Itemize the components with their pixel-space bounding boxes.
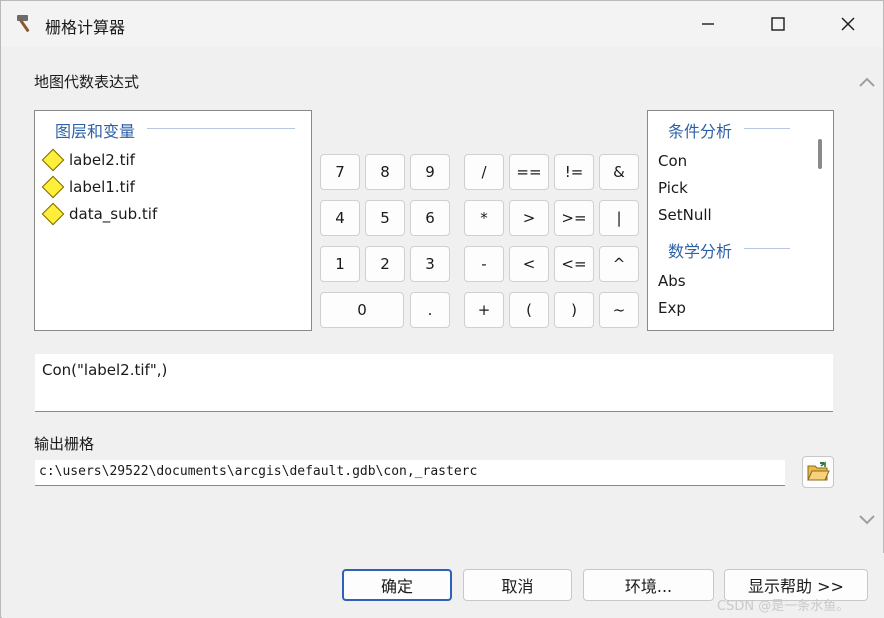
output-raster-input[interactable]: c:\users\29522\documents\arcgis\default.… — [35, 460, 785, 486]
ok-button[interactable]: 确定 — [342, 569, 452, 601]
calc-button-not[interactable]: ~ — [599, 292, 639, 328]
environments-button[interactable]: 环境... — [583, 569, 714, 601]
calc-button-divide[interactable]: / — [464, 154, 504, 190]
calc-button-8[interactable]: 8 — [365, 154, 405, 190]
calc-button-9[interactable]: 9 — [410, 154, 450, 190]
calc-button-open-paren[interactable]: ( — [509, 292, 549, 328]
raster-calculator-window: 栅格计算器 地图代数表达式 图层和变量 label2.tif label1.ti… — [0, 0, 884, 618]
calc-button-0[interactable]: 0 — [320, 292, 404, 328]
calc-button-3[interactable]: 3 — [410, 246, 450, 282]
layer-label: data_sub.tif — [69, 205, 158, 223]
minimize-icon — [702, 23, 714, 25]
calc-button-less-equal[interactable]: <= — [554, 246, 594, 282]
expression-value: Con("label2.tif",) — [42, 361, 168, 379]
calc-button-7[interactable]: 7 — [320, 154, 360, 190]
layer-label: label1.tif — [69, 178, 135, 196]
calc-button-minus[interactable]: - — [464, 246, 504, 282]
browse-button[interactable] — [802, 456, 834, 488]
calc-button-or[interactable]: | — [599, 200, 639, 236]
watermark: CSDN @是一条水鱼。 — [717, 599, 850, 614]
layers-group-title: 图层和变量 — [55, 118, 142, 142]
layer-item-label1[interactable]: label1.tif — [41, 175, 135, 199]
calc-button-equal[interactable]: == — [509, 154, 549, 190]
output-raster-label: 输出栅格 — [34, 435, 95, 453]
calc-button-less[interactable]: < — [509, 246, 549, 282]
function-item-pick[interactable]: Pick — [658, 179, 688, 197]
calc-button-greater-equal[interactable]: >= — [554, 200, 594, 236]
functions-scrollbar-thumb[interactable] — [818, 139, 822, 169]
group-divider — [744, 248, 790, 249]
scroll-up-icon[interactable] — [857, 73, 877, 93]
calc-button-decimal[interactable]: . — [410, 292, 450, 328]
calc-button-2[interactable]: 2 — [365, 246, 405, 282]
functions-list[interactable]: 条件分析 Con Pick SetNull 数学分析 Abs Exp — [647, 110, 834, 331]
cancel-button[interactable]: 取消 — [463, 569, 572, 601]
layer-item-label2[interactable]: label2.tif — [41, 148, 135, 172]
function-item-abs[interactable]: Abs — [658, 272, 686, 290]
conditional-group-title: 条件分析 — [668, 118, 739, 142]
layers-variables-list[interactable]: 图层和变量 label2.tif label1.tif data_sub.tif — [34, 110, 312, 331]
close-button[interactable] — [813, 1, 883, 47]
calc-button-greater[interactable]: > — [509, 200, 549, 236]
calc-button-1[interactable]: 1 — [320, 246, 360, 282]
expression-textarea[interactable]: Con("label2.tif",) — [35, 354, 833, 412]
scroll-down-icon[interactable] — [857, 509, 877, 529]
function-item-exp[interactable]: Exp — [658, 299, 686, 317]
map-algebra-label: 地图代数表达式 — [34, 73, 140, 91]
hammer-icon — [17, 15, 30, 32]
calc-button-plus[interactable]: + — [464, 292, 504, 328]
minimize-button[interactable] — [673, 1, 743, 47]
calc-button-4[interactable]: 4 — [320, 200, 360, 236]
calc-button-xor[interactable]: ^ — [599, 246, 639, 282]
calc-button-and[interactable]: & — [599, 154, 639, 190]
maximize-button[interactable] — [743, 1, 813, 47]
layer-item-data-sub[interactable]: data_sub.tif — [41, 202, 158, 226]
calc-button-5[interactable]: 5 — [365, 200, 405, 236]
layer-label: label2.tif — [69, 151, 135, 169]
math-group-title: 数学分析 — [668, 238, 739, 262]
raster-diamond-icon — [41, 175, 65, 199]
dialog-scrollbar[interactable] — [851, 51, 883, 551]
window-title: 栅格计算器 — [45, 18, 126, 37]
folder-open-icon — [807, 461, 830, 481]
raster-diamond-icon — [41, 148, 65, 172]
function-item-setnull[interactable]: SetNull — [658, 206, 712, 224]
title-bar[interactable]: 栅格计算器 — [1, 1, 883, 47]
calc-button-6[interactable]: 6 — [410, 200, 450, 236]
calc-button-close-paren[interactable]: ) — [554, 292, 594, 328]
group-divider — [744, 128, 790, 129]
function-item-con[interactable]: Con — [658, 152, 687, 170]
raster-diamond-icon — [41, 202, 65, 226]
calc-button-not-equal[interactable]: != — [554, 154, 594, 190]
close-icon — [841, 17, 855, 31]
maximize-icon — [771, 17, 785, 31]
calc-button-multiply[interactable]: * — [464, 200, 504, 236]
group-divider — [147, 128, 295, 129]
